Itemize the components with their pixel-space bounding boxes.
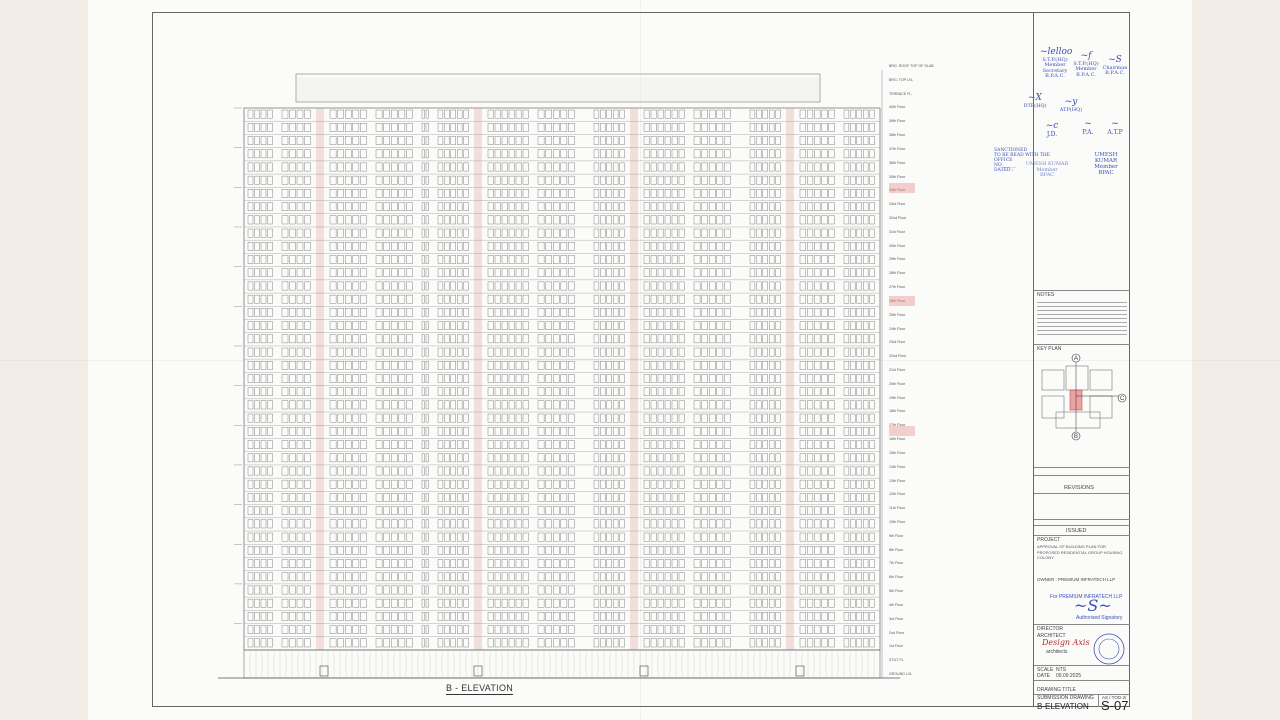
drawing-type: SUBMISSION DRAWING xyxy=(1037,695,1094,701)
key-plan: A B C xyxy=(1041,353,1127,441)
level-marker: 15th Floor xyxy=(889,450,906,455)
issued-label: ISSUED xyxy=(1066,528,1087,534)
project-text: APPROVAL OF BUILDING PLAN FOR PROPOSED R… xyxy=(1037,544,1123,560)
level-marker: 14th Floor xyxy=(889,464,906,469)
level-marker: 7th Floor xyxy=(889,561,904,566)
level-marker: 16th Floor xyxy=(889,437,906,442)
project-label: PROJECT xyxy=(1037,537,1061,543)
keyplan-mark-a: A xyxy=(1074,356,1078,362)
level-marker: 24th Floor xyxy=(889,326,906,331)
authorised-signatory: Authorised Signatory xyxy=(1076,615,1123,621)
date-label: DATE xyxy=(1037,673,1050,679)
level-marker: 32nd Floor xyxy=(889,216,907,220)
director-label: DIRECTOR xyxy=(1037,626,1064,632)
level-marker: 19th Floor xyxy=(889,395,906,400)
level-marker: 1st Floor xyxy=(889,644,903,649)
level-marker: 31st Floor xyxy=(889,229,905,234)
level-marker: 18th Floor xyxy=(889,409,906,414)
drawing-title-label: DRAWING TITLE xyxy=(1037,687,1076,693)
level-marker: 6th Floor xyxy=(889,575,904,580)
architect-seal xyxy=(1093,633,1125,665)
official-stamp: UMESH KUMAR Member BPAC xyxy=(1025,161,1069,178)
keyplan-mark-c: C xyxy=(1120,396,1125,402)
signature-atp: ~y ATP(HQ) xyxy=(1059,97,1083,113)
company-signature: ~S~ xyxy=(1074,596,1112,615)
signature-stp-member: ~f S.T.P.(HQ) Member B.P.A.C. xyxy=(1073,51,1099,78)
level-marker: 35th Floor xyxy=(889,174,906,179)
keyplan-mark-b: B xyxy=(1074,434,1078,440)
drawing-number: S-07 xyxy=(1101,698,1129,713)
level-marker: 36th Floor xyxy=(889,160,906,165)
signature-pa: ~ P.A. xyxy=(1082,119,1094,136)
level-marker: 28th Floor xyxy=(889,271,906,276)
level-marker: GROUND LVL xyxy=(889,672,913,676)
level-highlight xyxy=(889,426,915,436)
level-marker: 25th Floor xyxy=(889,312,906,317)
level-marker: 3rd Floor xyxy=(889,616,904,621)
level-marker: 8th Floor xyxy=(889,547,904,552)
signature-atp2: ~ A.T.P xyxy=(1107,119,1123,136)
level-marker: 29th Floor xyxy=(889,257,906,262)
level-marker: 9th Floor xyxy=(889,533,904,538)
revisions-label: REVISIONS xyxy=(1064,485,1094,491)
member-signature: UMESH KUMAR Member BPAC xyxy=(1094,152,1118,177)
signature-jd: ~c J.D. xyxy=(1045,121,1059,138)
level-marker: TERRACE FL. xyxy=(889,91,913,96)
level-marker: BRG. ROOF TOP OF SLAB xyxy=(889,64,934,68)
title-block: ~lelloo S.T.P.(HQ) Member Secretary B.P.… xyxy=(994,12,1130,713)
level-marker: 40th Floor xyxy=(889,105,906,110)
level-marker: 11th Floor xyxy=(889,506,905,511)
level-marker: 38th Floor xyxy=(889,133,906,138)
level-marker: 37th Floor xyxy=(889,146,906,151)
level-marker: 5th Floor xyxy=(889,589,904,594)
level-marker: 10th Floor xyxy=(889,520,906,524)
level-marker: 23rd Floor xyxy=(889,340,906,345)
level-marker: 22nd Floor xyxy=(889,354,907,359)
level-highlight xyxy=(889,296,915,306)
level-marker: 13th Floor xyxy=(889,478,906,483)
level-marker: 20th Floor xyxy=(889,381,906,386)
date-value: 09.09.2025 xyxy=(1056,673,1082,679)
drawing-title: B-ELEVATION xyxy=(1037,702,1089,711)
level-marker: 39th Floor xyxy=(889,119,906,124)
level-marker: 2nd Floor xyxy=(889,630,905,635)
signature-dtp: ~X DTP(HQ) xyxy=(1023,93,1047,109)
signature-stp-member-secretary: ~lelloo S.T.P.(HQ) Member Secretary B.P.… xyxy=(1040,47,1073,80)
notes-label: NOTES xyxy=(1037,292,1055,298)
architect-sub: architects xyxy=(1046,649,1068,655)
signature-chairman: ~S Chairman B.P.A.C. xyxy=(1102,55,1128,77)
level-marker: STILT FL. xyxy=(889,658,905,663)
level-marker: 4th Floor xyxy=(889,602,904,607)
notes-body xyxy=(1037,299,1127,338)
architect-logo: Design Axis xyxy=(1042,638,1090,647)
level-marker: 21st Floor xyxy=(889,368,905,372)
level-marker: 12th Floor xyxy=(889,492,906,497)
level-highlight xyxy=(889,183,915,193)
owner-text: OWNER : PREMIUM INFRATECH LLP xyxy=(1037,577,1116,582)
level-marker: 27th Floor xyxy=(889,285,906,290)
level-marker: BRG. TOP LVL xyxy=(889,77,914,82)
level-marker: 33rd Floor xyxy=(889,202,906,207)
view-title: B - ELEVATION xyxy=(446,683,514,695)
drawing-canvas: B - ELEVATION BRG. ROOF TOP OF SLAB BRG. … xyxy=(0,0,1280,720)
level-marker: 30th Floor xyxy=(889,243,906,248)
